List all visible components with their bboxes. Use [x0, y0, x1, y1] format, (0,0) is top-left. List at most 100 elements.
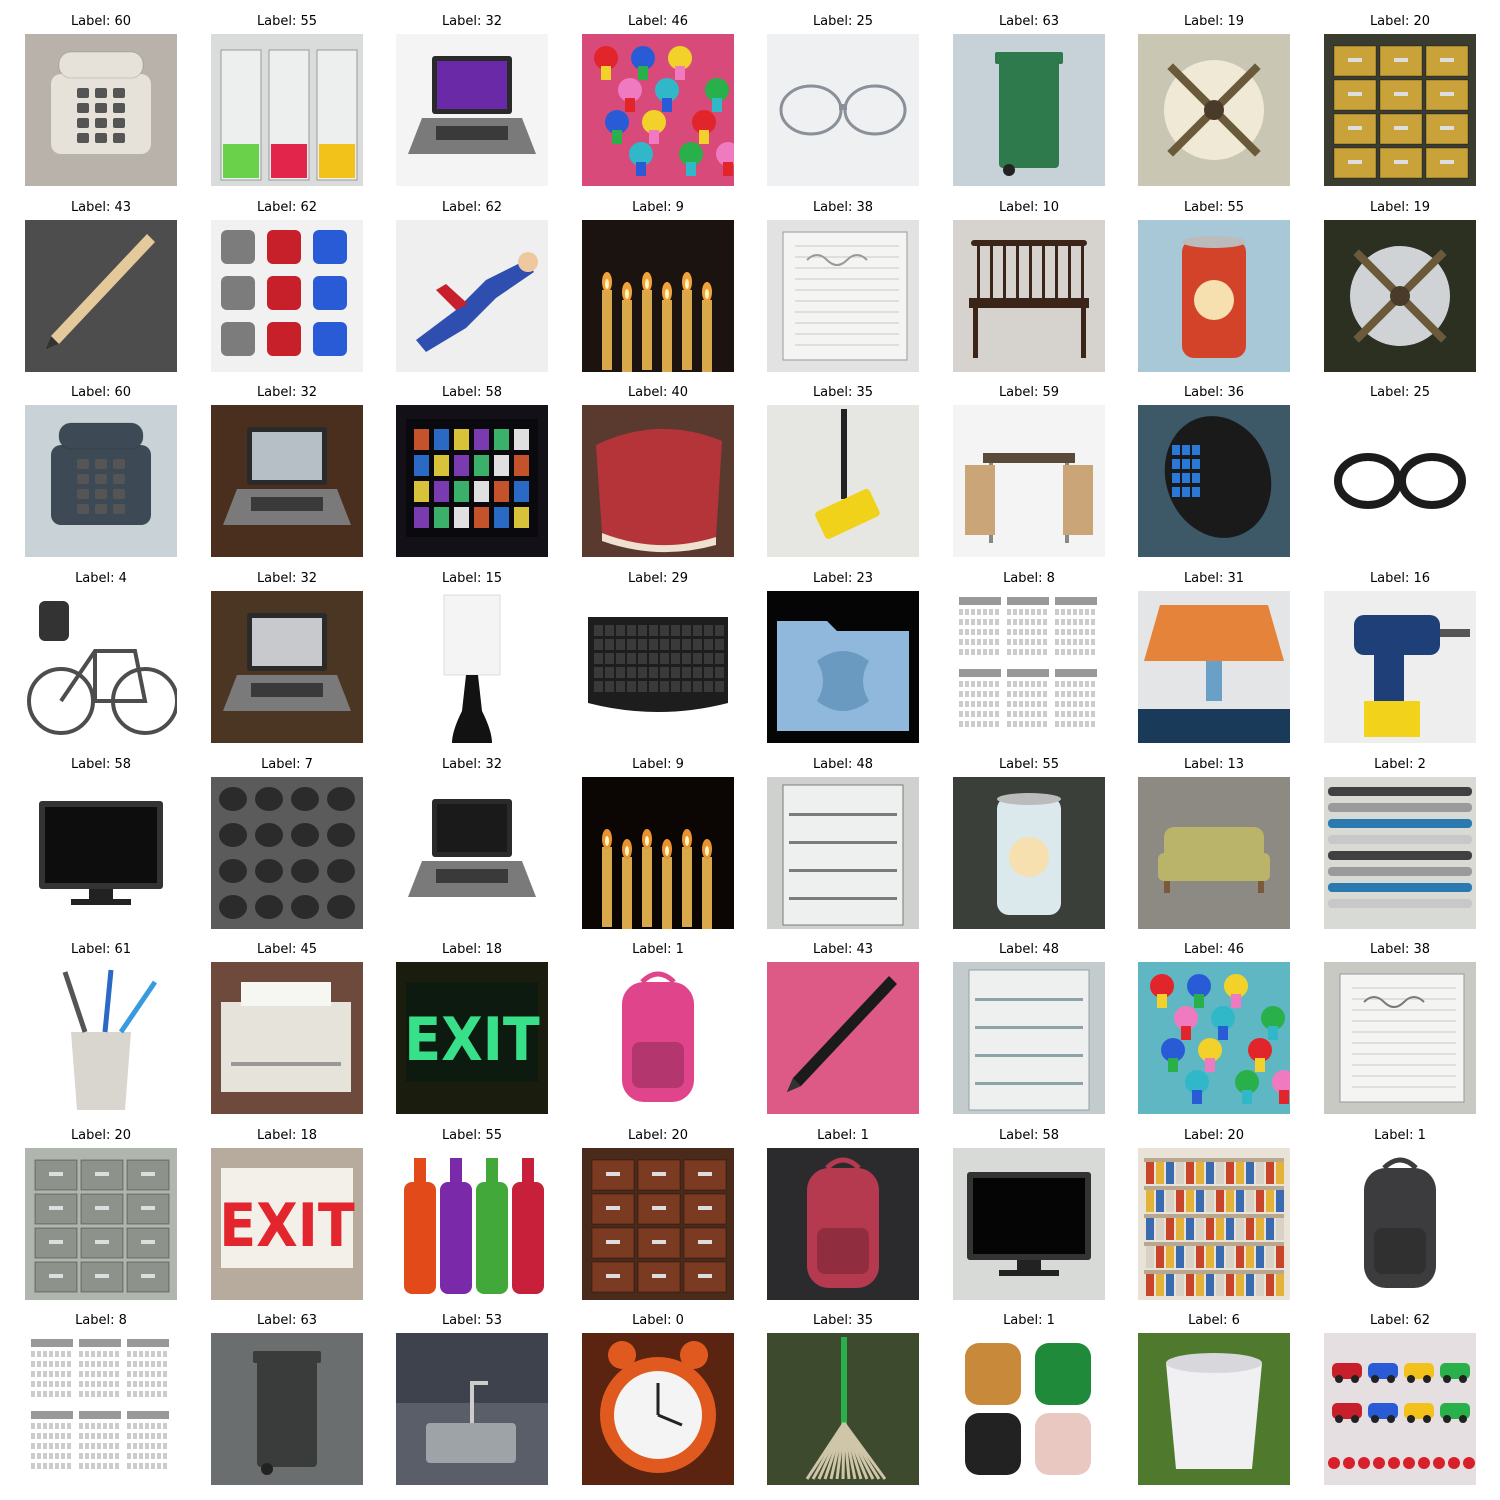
image-thumbnail [953, 34, 1105, 186]
thumbnail-graphic [211, 591, 363, 743]
image-thumbnail [953, 220, 1105, 372]
image-label: Label: 35 [812, 385, 874, 400]
thumbnail-graphic [396, 591, 548, 743]
image-thumbnail [1138, 34, 1290, 186]
image-thumbnail [582, 220, 734, 372]
image-tile: Label: 6 [1138, 1312, 1290, 1486]
image-tile: Label: 9 [582, 199, 734, 373]
image-label: Label: 7 [261, 757, 313, 772]
image-grid: Label: 60 Label: 55 Label: 32 Label: 46 Labe… [0, 0, 1500, 1500]
image-label: Label: 58 [441, 385, 503, 400]
image-tile: Label: 1 [1324, 1127, 1476, 1301]
thumbnail-graphic [582, 962, 734, 1114]
thumbnail-graphic [1324, 962, 1476, 1114]
image-thumbnail [582, 777, 734, 929]
image-thumbnail [396, 405, 548, 557]
image-tile: Label: 19 [1324, 199, 1476, 373]
image-label: Label: 32 [256, 571, 318, 586]
image-thumbnail [582, 962, 734, 1114]
image-thumbnail [211, 1333, 363, 1485]
image-tile: Label: 43 [767, 941, 919, 1115]
image-thumbnail [1138, 405, 1290, 557]
image-thumbnail [211, 405, 363, 557]
image-thumbnail [1324, 591, 1476, 743]
thumbnail-graphic [1138, 962, 1290, 1114]
image-thumbnail [211, 591, 363, 743]
image-tile: Label: 38 [1324, 941, 1476, 1115]
thumbnail-graphic [25, 777, 177, 929]
image-thumbnail [25, 34, 177, 186]
image-thumbnail [1324, 405, 1476, 557]
image-thumbnail: EXIT [396, 962, 548, 1114]
thumbnail-graphic [396, 405, 548, 557]
image-label: Label: 16 [1369, 571, 1431, 586]
image-thumbnail [582, 1148, 734, 1300]
thumbnail-graphic [953, 962, 1105, 1114]
image-label: Label: 58 [70, 757, 132, 772]
thumbnail-graphic [767, 1333, 919, 1485]
thumbnail-graphic [1138, 777, 1290, 929]
thumbnail-graphic: EXIT [396, 962, 548, 1114]
image-thumbnail [396, 1333, 548, 1485]
image-thumbnail [211, 777, 363, 929]
image-label: Label: 35 [812, 1313, 874, 1328]
thumbnail-graphic [767, 34, 919, 186]
thumbnail-graphic [953, 220, 1105, 372]
image-thumbnail [396, 591, 548, 743]
image-thumbnail [1138, 777, 1290, 929]
thumbnail-graphic [25, 1148, 177, 1300]
thumbnail-graphic [582, 591, 734, 743]
thumbnail-graphic [767, 405, 919, 557]
image-tile: Label: 43 [25, 199, 177, 373]
image-tile: Label: 38 [767, 199, 919, 373]
image-label: Label: 40 [627, 385, 689, 400]
image-tile: Label: 32 [211, 570, 363, 744]
image-tile: Label: 48 [953, 941, 1105, 1115]
thumbnail-graphic [396, 777, 548, 929]
image-label: Label: 20 [1183, 1128, 1245, 1143]
thumbnail-graphic [953, 34, 1105, 186]
image-label: Label: 20 [627, 1128, 689, 1143]
image-thumbnail [767, 1148, 919, 1300]
thumbnail-graphic: EXIT [211, 1148, 363, 1300]
image-label: Label: 8 [75, 1313, 127, 1328]
thumbnail-graphic [1324, 34, 1476, 186]
image-label: Label: 45 [256, 942, 318, 957]
image-label: Label: 61 [70, 942, 132, 957]
thumbnail-graphic [767, 220, 919, 372]
image-label: Label: 48 [998, 942, 1060, 957]
image-thumbnail [953, 591, 1105, 743]
thumbnail-graphic [1324, 1148, 1476, 1300]
image-label: Label: 0 [632, 1313, 684, 1328]
image-thumbnail [767, 591, 919, 743]
image-label: Label: 62 [1369, 1313, 1431, 1328]
image-label: Label: 62 [256, 200, 318, 215]
thumbnail-graphic [582, 777, 734, 929]
image-thumbnail [767, 1333, 919, 1485]
thumbnail-graphic [582, 1333, 734, 1485]
thumbnail-graphic [396, 34, 548, 186]
image-thumbnail [1138, 1333, 1290, 1485]
thumbnail-graphic [953, 591, 1105, 743]
thumbnail-graphic [953, 1333, 1105, 1485]
image-label: Label: 31 [1183, 571, 1245, 586]
image-tile: Label: 16 [1324, 570, 1476, 744]
thumbnail-graphic [582, 34, 734, 186]
thumbnail-graphic [953, 405, 1105, 557]
image-tile: Label: 1 [767, 1127, 919, 1301]
image-label: Label: 63 [256, 1313, 318, 1328]
image-thumbnail: EXIT [211, 1148, 363, 1300]
image-thumbnail [1324, 962, 1476, 1114]
thumbnail-graphic [1138, 1148, 1290, 1300]
image-tile: Label: 60 [25, 384, 177, 558]
image-tile: Label: 23 [767, 570, 919, 744]
image-tile: Label: 55 [211, 13, 363, 187]
image-thumbnail [211, 34, 363, 186]
image-tile: Label: 8 [953, 570, 1105, 744]
svg-text:EXIT: EXIT [404, 1005, 540, 1075]
thumbnail-graphic [582, 220, 734, 372]
image-tile: Label: 25 [767, 13, 919, 187]
thumbnail-graphic [211, 777, 363, 929]
image-thumbnail [582, 405, 734, 557]
image-label: Label: 55 [1183, 200, 1245, 215]
